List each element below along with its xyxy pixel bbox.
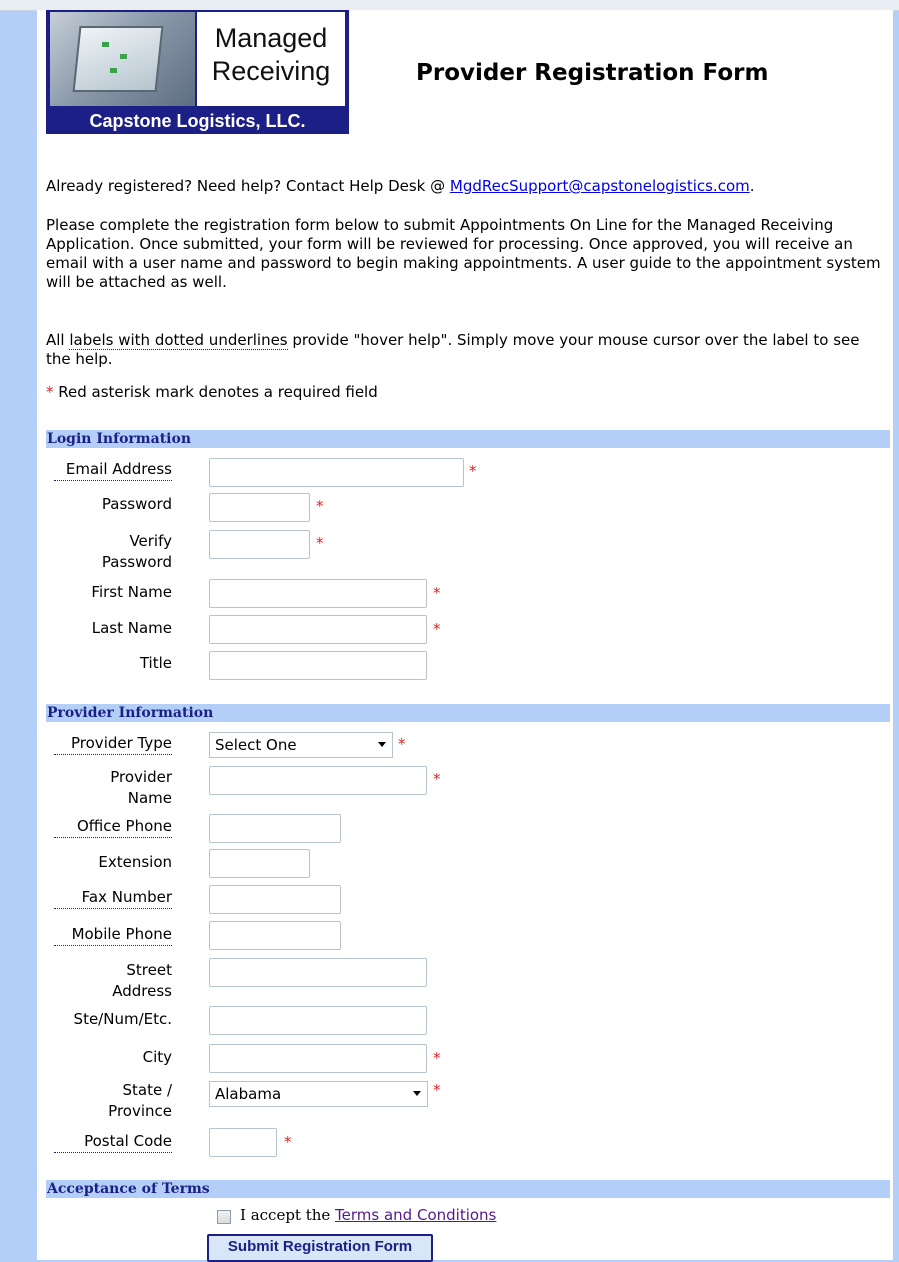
verify-password-label: Verify Password: [101, 532, 172, 571]
provider-type-selected: Select One: [215, 736, 297, 754]
hover-help-note: All labels with dotted underlines provid…: [46, 331, 860, 368]
provider-name-required-asterisk: *: [433, 770, 441, 788]
title-input[interactable]: [209, 651, 427, 680]
email-required-asterisk: *: [469, 462, 477, 480]
email-address-label[interactable]: Email Address: [54, 459, 172, 481]
section-acceptance-of-terms: Acceptance of Terms: [46, 1180, 890, 1198]
state-required-asterisk: *: [433, 1081, 441, 1099]
provider-type-required-asterisk: *: [398, 735, 406, 753]
street-address-label: Street Address: [112, 961, 172, 1000]
logo-wordmark: Managed Receiving: [197, 12, 345, 106]
last-name-required-asterisk: *: [433, 620, 441, 638]
postal-code-required-asterisk: *: [284, 1133, 292, 1151]
fax-number-input[interactable]: [209, 885, 341, 914]
company-logo: Managed Receiving Capstone Logistics, LL…: [46, 10, 349, 134]
city-input[interactable]: [209, 1044, 427, 1073]
state-province-selected: Alabama: [215, 1085, 282, 1103]
city-required-asterisk: *: [433, 1049, 441, 1067]
verify-required-asterisk: *: [316, 534, 324, 552]
mobile-phone-label[interactable]: Mobile Phone: [54, 924, 172, 946]
password-input[interactable]: [209, 493, 310, 522]
logo-line-receiving: Receiving: [211, 56, 331, 86]
city-label: City: [142, 1048, 172, 1066]
ste-num-etc-input[interactable]: [209, 1006, 427, 1035]
help-desk-line: Already registered? Need help? Contact H…: [46, 177, 755, 195]
instructions-text: Please complete the registration form be…: [46, 216, 881, 291]
title-label: Title: [139, 654, 172, 672]
chevron-down-icon: [378, 742, 386, 747]
provider-name-label: Provider Name: [110, 768, 172, 807]
state-province-label: State / Province: [108, 1081, 172, 1120]
mobile-phone-input[interactable]: [209, 921, 341, 950]
accept-terms-label: I accept the Terms and Conditions: [240, 1206, 497, 1224]
ste-num-etc-label: Ste/Num/Etc.: [73, 1010, 172, 1028]
state-province-select[interactable]: Alabama: [209, 1081, 428, 1107]
verify-password-input[interactable]: [209, 530, 310, 559]
section-login-information: Login Information: [46, 430, 890, 448]
first-name-label: First Name: [91, 583, 172, 601]
postal-code-label[interactable]: Postal Code: [54, 1131, 172, 1153]
last-name-label: Last Name: [91, 619, 172, 637]
logo-company-name: Capstone Logistics, LLC.: [89, 111, 306, 131]
street-address-input[interactable]: [209, 958, 427, 987]
provider-type-select[interactable]: Select One: [209, 732, 393, 758]
required-field-note: * Red asterisk mark denotes a required f…: [46, 383, 378, 401]
hover-help-example-label[interactable]: labels with dotted underlines: [69, 331, 288, 350]
extension-label: Extension: [98, 853, 172, 871]
help-desk-email-link[interactable]: MgdRecSupport@capstonelogistics.com: [450, 177, 750, 195]
extension-input[interactable]: [209, 849, 310, 878]
logo-line-managed: Managed: [214, 23, 328, 53]
terms-and-conditions-link[interactable]: Terms and Conditions: [335, 1206, 496, 1224]
provider-type-label[interactable]: Provider Type: [54, 733, 172, 755]
office-phone-label[interactable]: Office Phone: [54, 816, 172, 838]
provider-name-input[interactable]: [209, 766, 427, 795]
password-required-asterisk: *: [316, 497, 324, 515]
page-title: Provider Registration Form: [416, 60, 769, 86]
last-name-input[interactable]: [209, 615, 427, 644]
logo-device-image: [50, 12, 195, 106]
fax-number-label[interactable]: Fax Number: [54, 887, 172, 909]
registration-page: Managed Receiving Capstone Logistics, LL…: [37, 10, 893, 1262]
section-provider-information: Provider Information: [46, 704, 890, 722]
office-phone-input[interactable]: [209, 814, 341, 843]
postal-code-input[interactable]: [209, 1128, 277, 1157]
email-address-input[interactable]: [209, 458, 464, 487]
first-name-required-asterisk: *: [433, 584, 441, 602]
accept-terms-checkbox[interactable]: [217, 1210, 231, 1224]
submit-registration-button[interactable]: Submit Registration Form: [207, 1234, 433, 1262]
first-name-input[interactable]: [209, 579, 427, 608]
password-label: Password: [101, 495, 172, 513]
required-asterisk: *: [46, 383, 54, 401]
chevron-down-icon: [413, 1091, 421, 1096]
